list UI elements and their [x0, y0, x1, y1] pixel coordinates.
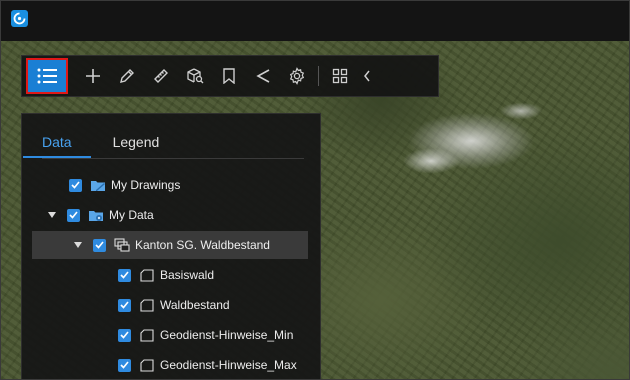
tree-item-label: Kanton SG. Waldbestand — [135, 238, 270, 252]
tree-item-geodienst-hinweise-min[interactable]: Geodienst-Hinweise_Min — [118, 321, 293, 349]
caret-down-icon[interactable] — [73, 240, 83, 250]
gear-icon — [288, 67, 306, 85]
drawings-folder-icon — [90, 178, 106, 192]
tab-data[interactable]: Data — [23, 132, 91, 158]
polygon-layer-icon — [139, 268, 155, 282]
checkbox-checked-icon[interactable] — [118, 358, 131, 372]
tree-item-label: Geodienst-Hinweise_Max — [160, 358, 297, 372]
polygon-layer-icon — [139, 298, 155, 312]
app-window: Data Legend My Drawings My Data Kanton S… — [0, 0, 630, 380]
data-folder-icon — [88, 208, 104, 222]
tree-item-my-data[interactable]: My Data — [47, 201, 154, 229]
top-bar — [1, 1, 629, 41]
panel-tabs: Data Legend — [23, 132, 199, 158]
checkbox-checked-icon[interactable] — [118, 268, 131, 282]
map-toolbar — [21, 55, 439, 97]
ruler-icon — [153, 68, 169, 84]
settings-button[interactable] — [280, 59, 314, 93]
tabs-divider — [42, 158, 304, 159]
checkbox-checked-icon[interactable] — [67, 208, 80, 222]
app-logo-icon[interactable] — [11, 10, 28, 27]
tree-item-label: Geodienst-Hinweise_Min — [160, 328, 294, 342]
tree-item-label: My Drawings — [111, 178, 181, 192]
tree-item-waldbestand[interactable]: Waldbestand — [118, 291, 230, 319]
add-button[interactable] — [76, 59, 110, 93]
chevron-left-icon — [363, 70, 371, 82]
caret-down-icon[interactable] — [47, 210, 57, 220]
polygon-layer-icon — [139, 328, 155, 342]
checkbox-checked-icon[interactable] — [118, 298, 131, 312]
layers-list-icon — [37, 68, 57, 84]
tree-item-geodienst-hinweise-max[interactable]: Geodienst-Hinweise_Max — [118, 351, 297, 379]
plus-icon — [85, 68, 101, 84]
collapse-toolbar-button[interactable] — [357, 59, 377, 93]
measure-button[interactable] — [144, 59, 178, 93]
bookmark-icon — [222, 68, 236, 84]
tree-item-my-drawings[interactable]: My Drawings — [69, 171, 180, 199]
tree-item-label: Basiswald — [160, 268, 215, 282]
checkbox-checked-icon[interactable] — [69, 178, 82, 192]
layer-group-icon — [114, 238, 130, 252]
tree-item-label: My Data — [109, 208, 154, 222]
share-button[interactable] — [246, 59, 280, 93]
checkbox-checked-icon[interactable] — [118, 328, 131, 342]
tree-item-label: Waldbestand — [160, 298, 230, 312]
pencil-icon — [119, 68, 135, 84]
draw-button[interactable] — [110, 59, 144, 93]
data-panel: Data Legend My Drawings My Data Kanton S… — [21, 113, 321, 379]
share-icon — [255, 68, 271, 84]
bookmark-button[interactable] — [212, 59, 246, 93]
tree-item-basiswald[interactable]: Basiswald — [118, 261, 214, 289]
3d-query-button[interactable] — [178, 59, 212, 93]
tab-legend[interactable]: Legend — [111, 132, 162, 158]
checkbox-checked-icon[interactable] — [93, 238, 106, 252]
cube-search-icon — [186, 68, 204, 84]
grid-icon — [332, 68, 348, 84]
layers-list-button[interactable] — [26, 58, 68, 94]
widgets-button[interactable] — [323, 59, 357, 93]
toolbar-divider — [318, 66, 319, 86]
polygon-layer-icon — [139, 358, 155, 372]
tree-item-kanton-sg-waldbestand[interactable]: Kanton SG. Waldbestand — [32, 231, 308, 259]
